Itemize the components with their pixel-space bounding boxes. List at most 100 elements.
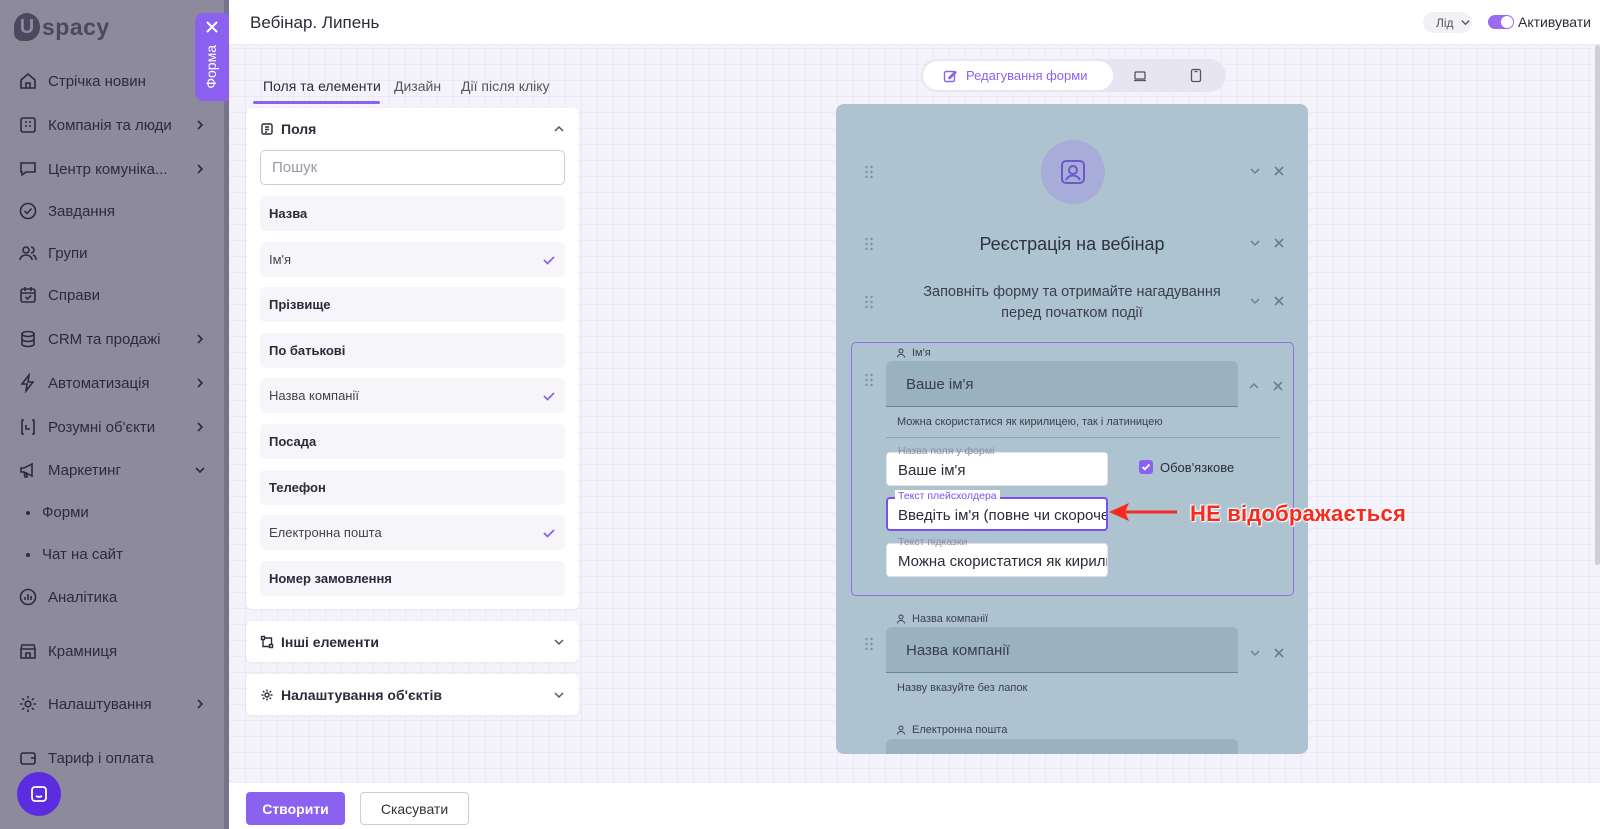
cancel-button[interactable]: Скасувати <box>360 792 469 825</box>
tab-fields-elements[interactable]: Поля та елементи <box>263 78 381 94</box>
nav-item-communication[interactable]: Центр комуніка... <box>18 156 206 182</box>
fields-icon <box>261 123 273 135</box>
tab-after-click[interactable]: Дії після кліку <box>461 78 550 94</box>
close-icon[interactable] <box>204 19 220 35</box>
main-scrollbar[interactable] <box>1595 45 1600 565</box>
nav-item-news-feed[interactable]: Стрічка новин <box>18 68 206 94</box>
form-subtitle[interactable]: Заповніть форму та отримайте нагадування… <box>906 282 1238 324</box>
drag-handle-icon[interactable] <box>864 165 874 179</box>
nav-item-crm[interactable]: CRM та продажі <box>18 326 206 352</box>
name-field-preview-input[interactable]: Ваше ім'я <box>886 361 1238 407</box>
chevron-down-icon[interactable] <box>1249 295 1261 307</box>
chevron-right-icon <box>197 699 204 709</box>
nav-item-smart-objects[interactable]: Розумні об'єкти <box>18 414 206 440</box>
nav-item-store[interactable]: Крамниця <box>18 638 206 664</box>
close-icon[interactable] <box>1273 647 1285 659</box>
close-icon[interactable] <box>1273 295 1285 307</box>
tab-design[interactable]: Дизайн <box>394 78 441 94</box>
field-item-label: Ім'я <box>269 252 292 267</box>
chevron-down-icon[interactable] <box>1249 237 1261 249</box>
edit-form-label: Редагування форми <box>966 68 1088 83</box>
chevron-up-icon[interactable] <box>553 123 565 135</box>
nav-label: Аналітика <box>48 588 118 606</box>
chevron-down-icon[interactable] <box>553 636 565 648</box>
bullet-icon <box>26 552 30 557</box>
company-field-preview-input[interactable]: Назва компанії <box>886 627 1238 673</box>
divider <box>886 437 1280 438</box>
annotation-text: НЕ відображається <box>1190 501 1406 526</box>
desktop-view-icon[interactable] <box>1133 69 1147 83</box>
drag-handle-icon[interactable] <box>864 373 874 387</box>
fields-panel-header[interactable]: Поля <box>260 121 565 137</box>
nav-sub-label: Форми <box>42 504 89 521</box>
chevron-up-icon[interactable] <box>1248 380 1260 392</box>
nav-item-marketing[interactable]: Маркетинг <box>18 457 206 483</box>
nav-sub-forms[interactable]: Форми <box>26 504 89 521</box>
placeholder-text-label: Текст плейсхолдера <box>895 490 1000 502</box>
nav-item-company[interactable]: Компанія та люди <box>18 112 206 138</box>
name-field-label-text: Ім'я <box>912 347 931 359</box>
uspacy-logo[interactable]: U spacy <box>14 12 134 42</box>
brackets-icon <box>21 419 35 435</box>
nav-label: Групи <box>48 244 88 262</box>
close-icon[interactable] <box>1272 380 1284 392</box>
field-name-input[interactable]: Ваше ім'я <box>886 452 1108 486</box>
hint-text-input[interactable]: Можна скористатися як кирилицею, так і л… <box>886 543 1108 577</box>
nav-label: Стрічка новин <box>48 72 146 90</box>
create-button[interactable]: Створити <box>246 792 345 825</box>
field-item-title[interactable]: Назва <box>260 196 565 231</box>
mobile-view-icon[interactable] <box>1190 68 1202 83</box>
close-icon[interactable] <box>1273 165 1285 177</box>
nav-item-settings[interactable]: Налаштування <box>18 691 206 717</box>
close-icon[interactable] <box>1273 237 1285 249</box>
nav-item-deals[interactable]: Справи <box>18 282 206 308</box>
email-field-preview-input[interactable] <box>886 739 1238 754</box>
drag-handle-icon[interactable] <box>864 295 874 309</box>
field-item-position[interactable]: Посада <box>260 424 565 459</box>
object-settings-panel[interactable]: Налаштування об'єктів <box>246 674 579 715</box>
form-heading[interactable]: Реєстрація на вебінар <box>836 234 1308 255</box>
nav-item-billing[interactable]: Тариф і оплата <box>18 745 206 771</box>
entity-select[interactable]: Лід <box>1423 12 1472 33</box>
drag-handle-icon[interactable] <box>864 637 874 651</box>
chevron-right-icon <box>197 334 204 344</box>
nav-label: Компанія та люди <box>48 116 172 134</box>
field-item-company-name[interactable]: Назва компанії <box>260 378 565 413</box>
page-title: Вебінар. Липень <box>250 13 380 32</box>
chevron-down-icon[interactable] <box>553 689 565 701</box>
name-field-card[interactable]: Ім'я Ваше ім'я Можна скористатися як кир… <box>851 342 1294 596</box>
other-elements-panel[interactable]: Інші елементи <box>246 621 579 662</box>
activate-toggle[interactable] <box>1488 15 1514 29</box>
forma-side-tab[interactable]: Форма <box>195 13 229 101</box>
field-item-phone[interactable]: Телефон <box>260 470 565 505</box>
field-item-patronymic[interactable]: По батькові <box>260 333 565 368</box>
field-item-order-number[interactable]: Номер замовлення <box>260 561 565 596</box>
required-checkbox[interactable] <box>1139 460 1153 474</box>
fields-search-input[interactable] <box>260 150 565 185</box>
chat-icon <box>20 162 36 177</box>
chevron-down-icon[interactable] <box>1249 165 1261 177</box>
other-elements-header[interactable]: Інші елементи <box>260 634 565 650</box>
nav-item-tasks[interactable]: Завдання <box>18 198 206 224</box>
field-item-first-name[interactable]: Ім'я <box>260 242 565 277</box>
nav-label: Завдання <box>48 202 115 220</box>
field-item-last-name[interactable]: Прізвище <box>260 287 565 322</box>
nav-item-analytics[interactable]: Аналітика <box>18 584 206 610</box>
logo-badge: U <box>14 13 40 41</box>
placeholder-text-input[interactable]: Введіть ім'я (повне чи скорочене) <box>886 497 1108 531</box>
edit-form-button[interactable]: Редагування форми <box>923 61 1113 90</box>
field-item-email[interactable]: Електронна пошта <box>260 515 565 550</box>
user-icon <box>897 348 905 358</box>
field-item-label: По батькові <box>269 343 346 358</box>
field-item-label: Назва <box>269 206 308 221</box>
form-preview: Реєстрація на вебінар Заповніть форму та… <box>836 104 1308 754</box>
nav-item-groups[interactable]: Групи <box>18 240 206 266</box>
nav-sub-site-chat[interactable]: Чат на сайт <box>26 546 123 563</box>
chevron-down-icon[interactable] <box>1249 647 1261 659</box>
fields-panel-title: Поля <box>281 121 317 137</box>
support-chat-button[interactable] <box>17 772 61 816</box>
row-controls <box>1249 165 1285 177</box>
nav-item-automation[interactable]: Автоматизація <box>18 370 206 396</box>
field-item-label: Телефон <box>269 480 326 495</box>
object-settings-header[interactable]: Налаштування об'єктів <box>260 687 565 703</box>
